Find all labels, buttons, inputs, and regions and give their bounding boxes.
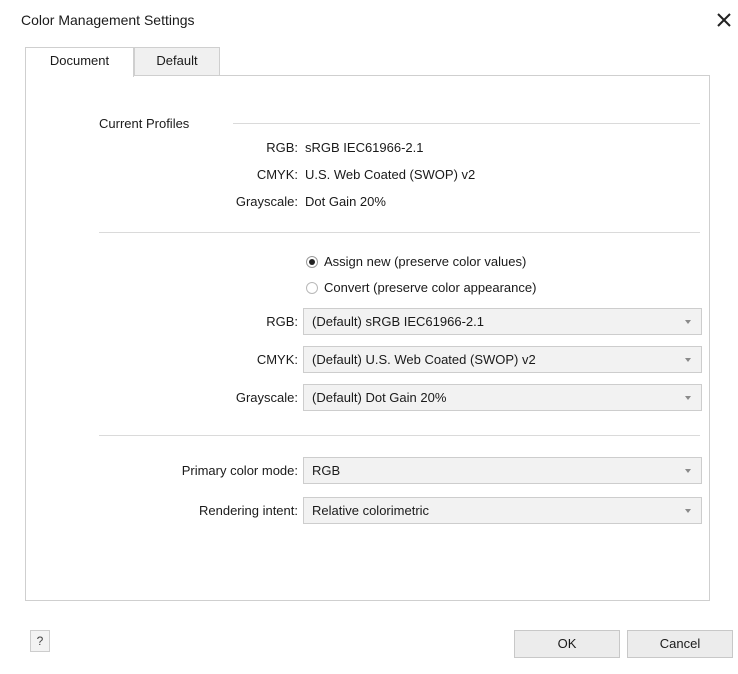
cmyk-profile-select[interactable]: (Default) U.S. Web Coated (SWOP) v2 [303, 346, 702, 373]
close-icon [717, 13, 731, 27]
convert-radio[interactable] [306, 282, 318, 294]
heading-divider [233, 123, 700, 124]
chevron-down-icon [685, 358, 691, 362]
assign-new-label: Assign new (preserve color values) [324, 254, 527, 269]
current-rgb-label: RGB: [266, 140, 298, 155]
cmyk-profile-label: CMYK: [256, 352, 298, 367]
title-bar: Color Management Settings [0, 0, 738, 42]
chevron-down-icon [685, 396, 691, 400]
rgb-profile-label: RGB: [266, 314, 298, 329]
grayscale-profile-value: (Default) Dot Gain 20% [312, 390, 447, 405]
current-profiles-heading: Current Profiles [99, 116, 190, 131]
section-divider-1 [99, 232, 700, 233]
document-tab-panel: Current Profiles RGB: sRGB IEC61966-2.1 … [25, 75, 710, 601]
chevron-down-icon [685, 509, 691, 513]
primary-color-mode-label: Primary color mode: [181, 463, 298, 478]
help-button[interactable]: ? [30, 630, 50, 652]
convert-option[interactable]: Convert (preserve color appearance) [306, 280, 536, 298]
primary-color-mode-select[interactable]: RGB [303, 457, 702, 484]
close-button[interactable] [712, 8, 736, 32]
primary-color-mode-value: RGB [312, 463, 341, 478]
current-cmyk-value: U.S. Web Coated (SWOP) v2 [305, 167, 476, 182]
current-rgb-value: sRGB IEC61966-2.1 [305, 140, 424, 155]
tab-document[interactable]: Document [25, 47, 134, 77]
convert-label: Convert (preserve color appearance) [324, 280, 537, 295]
assign-new-radio[interactable] [306, 256, 318, 268]
grayscale-profile-select[interactable]: (Default) Dot Gain 20% [303, 384, 702, 411]
tab-default[interactable]: Default [134, 47, 220, 75]
grayscale-profile-label: Grayscale: [235, 390, 298, 405]
rendering-intent-select[interactable]: Relative colorimetric [303, 497, 702, 524]
current-cmyk-label: CMYK: [256, 167, 298, 182]
rgb-profile-value: (Default) sRGB IEC61966-2.1 [312, 314, 484, 329]
cmyk-profile-value: (Default) U.S. Web Coated (SWOP) v2 [312, 352, 536, 367]
current-grayscale-value: Dot Gain 20% [305, 194, 386, 209]
chevron-down-icon [685, 469, 691, 473]
rendering-intent-value: Relative colorimetric [312, 503, 430, 518]
section-divider-2 [99, 435, 700, 436]
rgb-profile-select[interactable]: (Default) sRGB IEC61966-2.1 [303, 308, 702, 335]
ok-button[interactable]: OK [514, 630, 620, 658]
cancel-button[interactable]: Cancel [627, 630, 733, 658]
rendering-intent-label: Rendering intent: [198, 503, 298, 518]
assign-new-option[interactable]: Assign new (preserve color values) [306, 254, 526, 272]
window-title: Color Management Settings [21, 12, 195, 28]
chevron-down-icon [685, 320, 691, 324]
current-grayscale-label: Grayscale: [235, 194, 298, 209]
